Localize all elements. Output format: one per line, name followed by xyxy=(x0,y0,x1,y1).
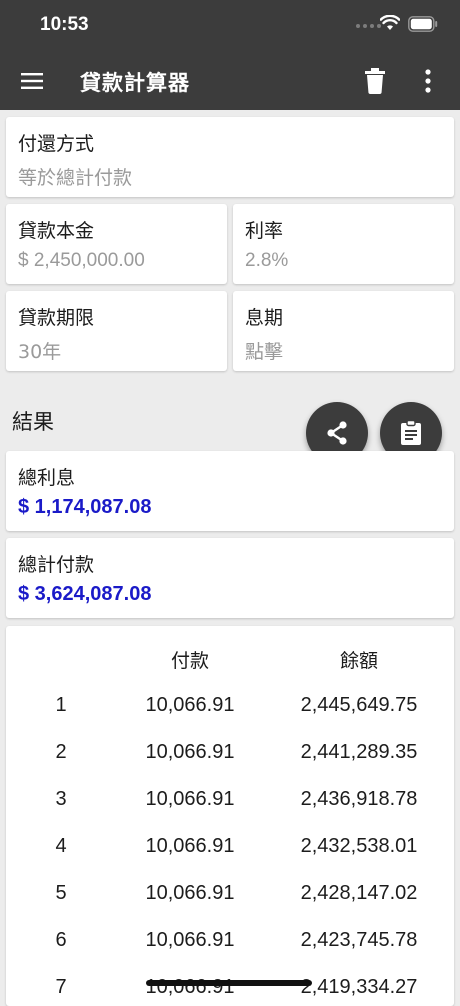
table-row: 6 10,066.91 2,423,745.78 xyxy=(6,929,454,959)
payment-method-value: 等於總計付款 xyxy=(18,167,133,189)
trash-icon[interactable] xyxy=(364,68,386,94)
table-row: 4 10,066.91 2,432,538.01 xyxy=(6,835,454,865)
row-balance: 2,441,289.35 xyxy=(300,741,418,763)
status-time: 10:53 xyxy=(40,14,89,35)
row-balance: 2,423,745.78 xyxy=(300,929,418,951)
row-period: 2 xyxy=(55,741,67,763)
app-bar: 貸款計算器 xyxy=(0,52,460,110)
row-payment: 10,066.91 xyxy=(145,882,235,904)
results-heading: 結果 xyxy=(12,410,54,434)
row-period: 3 xyxy=(55,788,67,810)
row-balance: 2,432,538.01 xyxy=(300,835,418,857)
table-row: 3 10,066.91 2,436,918.78 xyxy=(6,788,454,818)
term-card[interactable]: 貸款期限 30年 xyxy=(6,291,227,371)
row-balance: 2,428,147.02 xyxy=(300,882,418,904)
principal-card[interactable]: 貸款本金 $ 2,450,000.00 xyxy=(6,204,227,284)
row-period: 4 xyxy=(55,835,67,857)
rate-card[interactable]: 利率 2.8% xyxy=(233,204,454,284)
total-payment-card: 總計付款 $ 3,624,087.08 xyxy=(6,538,454,618)
row-payment: 10,066.91 xyxy=(145,788,235,810)
clipboard-icon xyxy=(401,420,421,445)
payment-method-label: 付還方式 xyxy=(18,133,95,155)
principal-value: $ 2,450,000.00 xyxy=(18,250,145,271)
status-bar: 10:53 xyxy=(0,0,460,52)
amortization-table: 付款 餘額 1 10,066.91 2,445,649.75 2 10,066.… xyxy=(6,626,454,1006)
interest-period-card[interactable]: 息期 點擊 xyxy=(233,291,454,371)
rate-label: 利率 xyxy=(245,220,284,242)
table-row: 2 10,066.91 2,441,289.35 xyxy=(6,741,454,771)
page-title: 貸款計算器 xyxy=(80,71,190,95)
more-vert-icon[interactable] xyxy=(418,68,438,94)
total-interest-card: 總利息 $ 1,174,087.08 xyxy=(6,451,454,531)
row-payment: 10,066.91 xyxy=(145,929,235,951)
row-period: 5 xyxy=(55,882,67,904)
payment-method-card[interactable]: 付還方式 等於總計付款 xyxy=(6,117,454,197)
term-label: 貸款期限 xyxy=(18,307,95,329)
table-row: 5 10,066.91 2,428,147.02 xyxy=(6,882,454,912)
menu-icon[interactable] xyxy=(20,69,44,93)
total-interest-value: $ 1,174,087.08 xyxy=(18,496,152,518)
row-payment: 10,066.91 xyxy=(145,835,235,857)
principal-label: 貸款本金 xyxy=(18,220,95,242)
table-header: 付款 餘額 xyxy=(6,646,454,676)
total-interest-label: 總利息 xyxy=(18,467,76,489)
share-icon xyxy=(327,421,347,445)
wifi-icon xyxy=(380,15,400,30)
home-indicator[interactable] xyxy=(146,980,312,986)
row-payment: 10,066.91 xyxy=(145,694,235,716)
total-payment-value: $ 3,624,087.08 xyxy=(18,583,152,605)
rate-value: 2.8% xyxy=(245,250,289,271)
row-payment: 10,066.91 xyxy=(145,741,235,763)
row-period: 1 xyxy=(55,694,67,716)
interest-period-label: 息期 xyxy=(245,307,284,329)
row-balance: 2,436,918.78 xyxy=(300,788,418,810)
interest-period-value: 點擊 xyxy=(245,341,284,363)
signal-icon xyxy=(356,24,381,28)
table-row: 1 10,066.91 2,445,649.75 xyxy=(6,694,454,724)
row-period: 6 xyxy=(55,929,67,951)
total-payment-label: 總計付款 xyxy=(18,554,95,576)
battery-icon xyxy=(408,16,438,32)
row-balance: 2,445,649.75 xyxy=(300,694,418,716)
term-value: 30年 xyxy=(18,341,62,363)
header-balance: 餘額 xyxy=(339,650,378,672)
header-payment: 付款 xyxy=(170,650,209,672)
